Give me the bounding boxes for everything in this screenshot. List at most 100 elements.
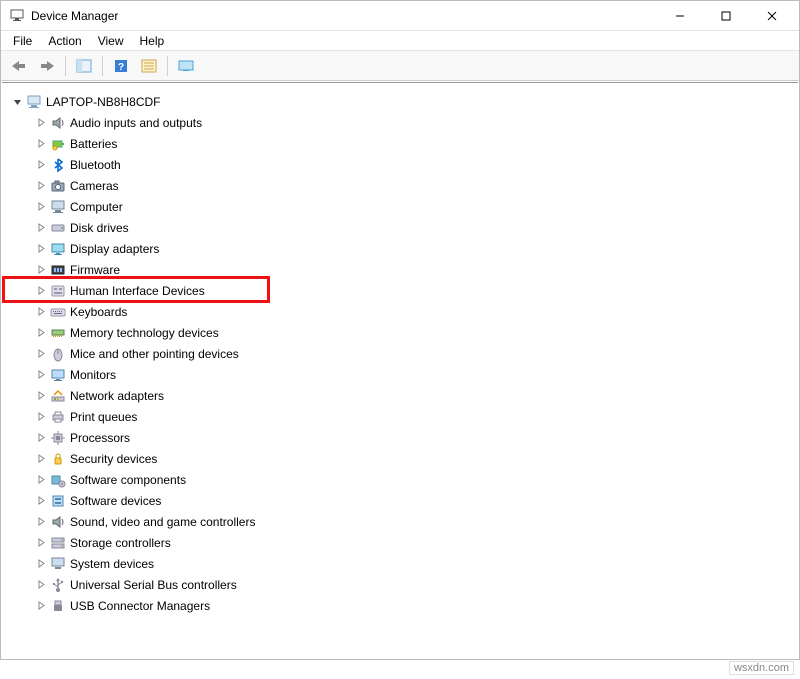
tree-item-swdev[interactable]: Software devices: [8, 490, 792, 511]
tree-item-disk[interactable]: Disk drives: [8, 217, 792, 238]
tree-item-label: Sound, video and game controllers: [70, 515, 255, 529]
toolbar-separator: [167, 56, 168, 76]
tree-item-label: Disk drives: [70, 221, 129, 235]
chevron-right-icon[interactable]: [34, 200, 48, 214]
tree-item-monitor[interactable]: Monitors: [8, 364, 792, 385]
tree-item-keyboard[interactable]: Keyboards: [8, 301, 792, 322]
chevron-right-icon[interactable]: [34, 494, 48, 508]
tree-root-row[interactable]: LAPTOP-NB8H8CDF: [8, 91, 792, 112]
chevron-right-icon[interactable]: [34, 431, 48, 445]
scan-hardware-button[interactable]: [174, 54, 198, 78]
swdev-icon: [50, 493, 66, 509]
tree-item-display[interactable]: Display adapters: [8, 238, 792, 259]
usb-icon: [50, 577, 66, 593]
chevron-right-icon[interactable]: [34, 368, 48, 382]
computer-icon: [50, 199, 66, 215]
tree-item-computer[interactable]: Computer: [8, 196, 792, 217]
tree-item-bluetooth[interactable]: Bluetooth: [8, 154, 792, 175]
tree-item-label: Network adapters: [70, 389, 164, 403]
tree-item-usb[interactable]: Universal Serial Bus controllers: [8, 574, 792, 595]
mouse-icon: [50, 346, 66, 362]
tree-item-mouse[interactable]: Mice and other pointing devices: [8, 343, 792, 364]
usbconn-icon: [50, 598, 66, 614]
security-icon: [50, 451, 66, 467]
toolbar-separator: [102, 56, 103, 76]
chevron-right-icon[interactable]: [34, 557, 48, 571]
chevron-right-icon[interactable]: [34, 221, 48, 235]
chevron-right-icon[interactable]: [34, 452, 48, 466]
tree-item-camera[interactable]: Cameras: [8, 175, 792, 196]
tree-item-cpu[interactable]: Processors: [8, 427, 792, 448]
tree-item-label: Computer: [70, 200, 123, 214]
help-button[interactable]: ?: [109, 54, 133, 78]
chevron-right-icon[interactable]: [34, 263, 48, 277]
tree-item-label: Print queues: [70, 410, 137, 424]
tree-item-sound[interactable]: Sound, video and game controllers: [8, 511, 792, 532]
svg-text:?: ?: [118, 62, 124, 73]
cpu-icon: [50, 430, 66, 446]
root-label: LAPTOP-NB8H8CDF: [46, 95, 160, 109]
network-icon: [50, 388, 66, 404]
chevron-right-icon[interactable]: [34, 536, 48, 550]
tree-item-security[interactable]: Security devices: [8, 448, 792, 469]
tree-item-label: Software devices: [70, 494, 161, 508]
minimize-button[interactable]: [657, 1, 703, 31]
chevron-right-icon[interactable]: [34, 179, 48, 193]
tree-item-label: Display adapters: [70, 242, 159, 256]
chevron-right-icon[interactable]: [34, 305, 48, 319]
battery-icon: [50, 136, 66, 152]
window-title: Device Manager: [31, 9, 118, 23]
forward-button[interactable]: [35, 54, 59, 78]
tree-item-printer[interactable]: Print queues: [8, 406, 792, 427]
memory-icon: [50, 325, 66, 341]
tree-item-label: Batteries: [70, 137, 117, 151]
menu-view[interactable]: View: [90, 32, 132, 50]
menu-help[interactable]: Help: [132, 32, 173, 50]
tree-item-speaker[interactable]: Audio inputs and outputs: [8, 112, 792, 133]
tree-item-hid[interactable]: Human Interface Devices: [8, 280, 792, 301]
tree-item-usbconn[interactable]: USB Connector Managers: [8, 595, 792, 616]
tree-item-label: Cameras: [70, 179, 119, 193]
show-hide-console-button[interactable]: [72, 54, 96, 78]
monitor-icon: [50, 367, 66, 383]
storage-icon: [50, 535, 66, 551]
chevron-right-icon[interactable]: [34, 599, 48, 613]
watermark: wsxdn.com: [729, 661, 794, 675]
system-icon: [50, 556, 66, 572]
chevron-right-icon[interactable]: [34, 347, 48, 361]
tree-item-label: Bluetooth: [70, 158, 121, 172]
chevron-right-icon[interactable]: [34, 410, 48, 424]
tree-item-label: Mice and other pointing devices: [70, 347, 239, 361]
chevron-right-icon[interactable]: [34, 326, 48, 340]
maximize-button[interactable]: [703, 1, 749, 31]
tree-item-storage[interactable]: Storage controllers: [8, 532, 792, 553]
chevron-right-icon[interactable]: [34, 389, 48, 403]
tree-item-system[interactable]: System devices: [8, 553, 792, 574]
chevron-right-icon[interactable]: [34, 515, 48, 529]
chevron-down-icon[interactable]: [10, 95, 24, 109]
chevron-right-icon[interactable]: [34, 137, 48, 151]
chevron-right-icon[interactable]: [34, 116, 48, 130]
chevron-right-icon[interactable]: [34, 242, 48, 256]
chevron-right-icon[interactable]: [34, 578, 48, 592]
firmware-icon: [50, 262, 66, 278]
sound-icon: [50, 514, 66, 530]
tree-item-network[interactable]: Network adapters: [8, 385, 792, 406]
tree-item-label: Human Interface Devices: [70, 284, 205, 298]
tree-item-label: Monitors: [70, 368, 116, 382]
tree-item-firmware[interactable]: Firmware: [8, 259, 792, 280]
menu-action[interactable]: Action: [40, 32, 89, 50]
menu-file[interactable]: File: [5, 32, 40, 50]
tree-item-battery[interactable]: Batteries: [8, 133, 792, 154]
tree-item-swcomp[interactable]: Software components: [8, 469, 792, 490]
tree-item-label: Firmware: [70, 263, 120, 277]
speaker-icon: [50, 115, 66, 131]
chevron-right-icon[interactable]: [34, 473, 48, 487]
close-button[interactable]: [749, 1, 795, 31]
chevron-right-icon[interactable]: [34, 158, 48, 172]
tree-item-memory[interactable]: Memory technology devices: [8, 322, 792, 343]
back-button[interactable]: [7, 54, 31, 78]
tree-view[interactable]: LAPTOP-NB8H8CDF Audio inputs and outputs…: [2, 82, 798, 658]
chevron-right-icon[interactable]: [34, 284, 48, 298]
properties-button[interactable]: [137, 54, 161, 78]
